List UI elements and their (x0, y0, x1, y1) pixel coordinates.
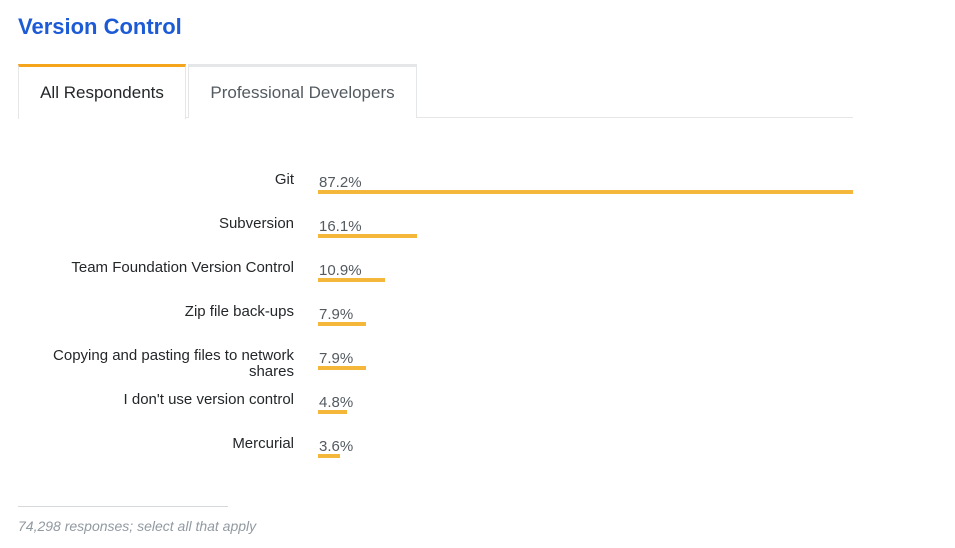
category-label: Mercurial (232, 435, 294, 452)
bar-row: Copying and pasting files to network sha… (0, 348, 955, 392)
bar-chart: Git 87.2% Subversion 16.1% Team Foundation V… (0, 0, 955, 548)
bar (318, 190, 853, 194)
bar-row: Mercurial 3.6% (0, 436, 955, 480)
category-label: Zip file back-ups (184, 303, 294, 320)
category-label: Team Foundation Version Control (71, 259, 294, 276)
value-label: 4.8% (319, 394, 354, 411)
bar-row: Team Foundation Version Control 10.9% (0, 260, 955, 304)
bar (318, 454, 340, 458)
category-label: I don't use version control (123, 391, 294, 408)
bar-row: I don't use version control 4.8% (0, 392, 955, 436)
value-label: 7.9% (319, 350, 354, 367)
bar (318, 366, 366, 370)
bar (318, 234, 417, 238)
category-label: Subversion (218, 215, 294, 232)
bar-row: Zip file back-ups 7.9% (0, 304, 955, 348)
value-label: 7.9% (319, 306, 354, 323)
bar (318, 278, 385, 282)
bar-row: Git 87.2% (0, 172, 955, 216)
divider (18, 506, 228, 507)
category-label: Git (274, 171, 294, 188)
bar (318, 410, 347, 414)
value-label: 10.9% (319, 262, 362, 279)
value-label: 87.2% (319, 174, 362, 191)
bar (318, 322, 366, 326)
category-label: Copying and pasting files to network sha… (53, 347, 294, 380)
value-label: 16.1% (319, 218, 362, 235)
responses-note: 74,298 responses; select all that apply (18, 518, 257, 534)
value-label: 3.6% (319, 438, 354, 455)
bar-row: Subversion 16.1% (0, 216, 955, 260)
